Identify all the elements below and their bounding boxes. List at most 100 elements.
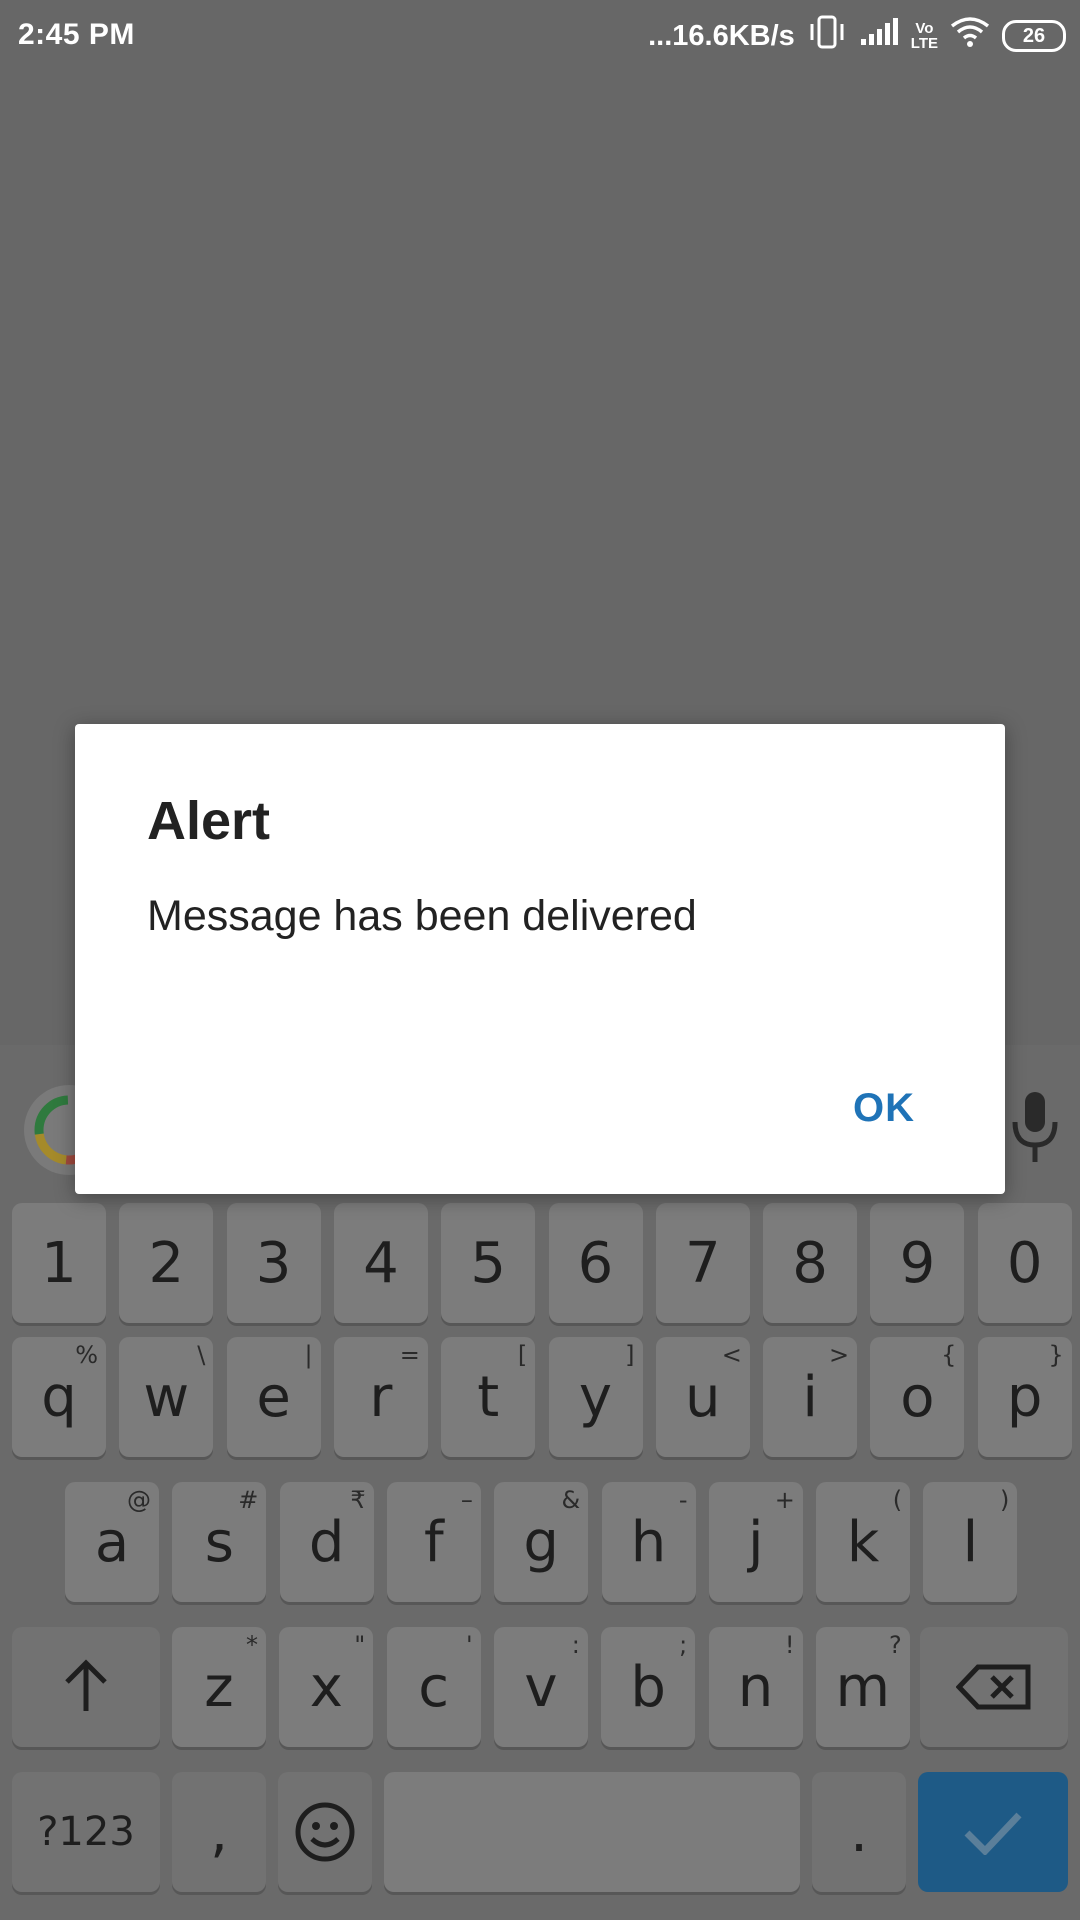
dialog-message: Message has been delivered — [147, 892, 697, 940]
key-8[interactable]: 8 — [763, 1203, 858, 1323]
key-label: h — [630, 1509, 667, 1575]
key-label: b — [630, 1654, 666, 1720]
key-label: n — [737, 1654, 774, 1720]
key-hint: { — [941, 1341, 957, 1369]
key-r[interactable]: r = — [333, 1337, 428, 1457]
key-w[interactable]: w \ — [119, 1337, 214, 1457]
key-label: y — [578, 1364, 613, 1430]
key-1[interactable]: 1 — [12, 1203, 106, 1323]
key-label: d — [308, 1509, 345, 1575]
mic-icon[interactable] — [1010, 1090, 1060, 1170]
key-hint: ) — [1000, 1486, 1010, 1514]
key-hint: # — [238, 1486, 259, 1514]
key-0[interactable]: 0 — [977, 1203, 1072, 1323]
enter-key[interactable] — [918, 1772, 1068, 1892]
key-j[interactable]: j + — [708, 1482, 803, 1602]
key-6[interactable]: 6 — [548, 1203, 643, 1323]
key-a[interactable]: a @ — [65, 1482, 159, 1602]
key-label: l — [962, 1509, 979, 1575]
key-hint: | — [304, 1341, 313, 1369]
dialog-title: Alert — [147, 791, 271, 851]
key-c[interactable]: c ' — [386, 1627, 481, 1747]
key-label: p — [1006, 1364, 1043, 1430]
key-s[interactable]: s # — [172, 1482, 267, 1602]
key-7[interactable]: 7 — [655, 1203, 750, 1323]
key-hint: [ — [517, 1341, 528, 1369]
key-hint: ; — [679, 1631, 688, 1659]
key-label: k — [846, 1509, 880, 1575]
signal-icon — [859, 17, 899, 55]
key-label: v — [524, 1654, 558, 1720]
key-label: a — [94, 1509, 130, 1575]
key-i[interactable]: i > — [763, 1337, 858, 1457]
emoji-key[interactable] — [278, 1772, 372, 1892]
emoji-icon — [295, 1802, 355, 1862]
shift-key[interactable] — [12, 1627, 160, 1747]
backspace-key[interactable] — [920, 1627, 1068, 1747]
key-o[interactable]: o{ — [870, 1337, 965, 1457]
key-hint: * — [246, 1631, 258, 1659]
key-u[interactable]: u < — [655, 1337, 750, 1457]
key-hint: ! — [784, 1631, 795, 1659]
alert-dialog: Alert Message has been delivered OK — [75, 724, 1005, 1194]
key-g[interactable]: g & — [494, 1482, 589, 1602]
key-9[interactable]: 9 — [870, 1203, 965, 1323]
key-t[interactable]: t[ — [441, 1337, 536, 1457]
key-label: x — [309, 1654, 343, 1720]
comma-key[interactable]: , — [172, 1772, 266, 1892]
key-hint: ( — [892, 1486, 903, 1514]
key-k[interactable]: k( — [816, 1482, 911, 1602]
key-v[interactable]: v: — [493, 1627, 588, 1747]
key-hint: ₹ — [350, 1486, 366, 1514]
vibrate-icon — [807, 15, 847, 57]
key-label: 3 — [255, 1230, 292, 1296]
key-b[interactable]: b; — [601, 1627, 696, 1747]
wifi-icon — [950, 16, 990, 56]
key-q[interactable]: q% — [12, 1337, 106, 1457]
key-hint: – — [460, 1486, 473, 1514]
key-label: q — [41, 1364, 77, 1430]
key-hint: + — [774, 1486, 795, 1514]
key-3[interactable]: 3 — [226, 1203, 321, 1323]
space-key[interactable] — [384, 1772, 800, 1892]
key-m[interactable]: m? — [815, 1627, 910, 1747]
key-d[interactable]: d ₹ — [279, 1482, 374, 1602]
key-p[interactable]: p} — [977, 1337, 1072, 1457]
key-x[interactable]: x " — [279, 1627, 374, 1747]
key-l[interactable]: l) — [923, 1482, 1018, 1602]
key-hint: < — [721, 1341, 742, 1369]
key-hint: : — [571, 1631, 580, 1659]
key-label: u — [685, 1364, 721, 1430]
shift-arrow-icon — [65, 1659, 107, 1711]
key-z[interactable]: z * — [172, 1627, 266, 1747]
key-hint: = — [399, 1341, 420, 1369]
key-label: i — [802, 1364, 818, 1430]
key-n[interactable]: n! — [708, 1627, 803, 1747]
key-hint: @ — [127, 1486, 151, 1514]
key-label: 1 — [41, 1230, 77, 1296]
key-hint: } — [1048, 1341, 1064, 1369]
key-label: j — [748, 1509, 764, 1575]
key-f[interactable]: f – — [386, 1482, 481, 1602]
symbols-key[interactable]: ?123 — [12, 1772, 160, 1892]
key-4[interactable]: 4 — [333, 1203, 428, 1323]
network-speed: ...16.6KB/s — [648, 19, 795, 52]
key-2[interactable]: 2 — [119, 1203, 214, 1323]
key-label: e — [256, 1364, 291, 1430]
key-h[interactable]: h- — [601, 1482, 696, 1602]
key-label: 7 — [684, 1230, 721, 1296]
key-label: c — [418, 1654, 449, 1720]
battery-icon: 26 — [1002, 20, 1066, 52]
key-label: 8 — [792, 1230, 828, 1296]
key-hint: > — [828, 1341, 850, 1369]
status-bar: 2:45 PM ...16.6KB/s Vo LTE 26 — [0, 0, 1080, 72]
key-e[interactable]: e | — [226, 1337, 321, 1457]
key-5[interactable]: 5 — [441, 1203, 536, 1323]
key-y[interactable]: y] — [548, 1337, 643, 1457]
checkmark-icon — [964, 1812, 1022, 1855]
key-label: 2 — [148, 1230, 185, 1296]
ok-button[interactable]: OK — [853, 1086, 915, 1131]
key-label: g — [523, 1509, 559, 1575]
key-label: 0 — [1006, 1230, 1043, 1296]
period-key[interactable]: . — [812, 1772, 906, 1892]
